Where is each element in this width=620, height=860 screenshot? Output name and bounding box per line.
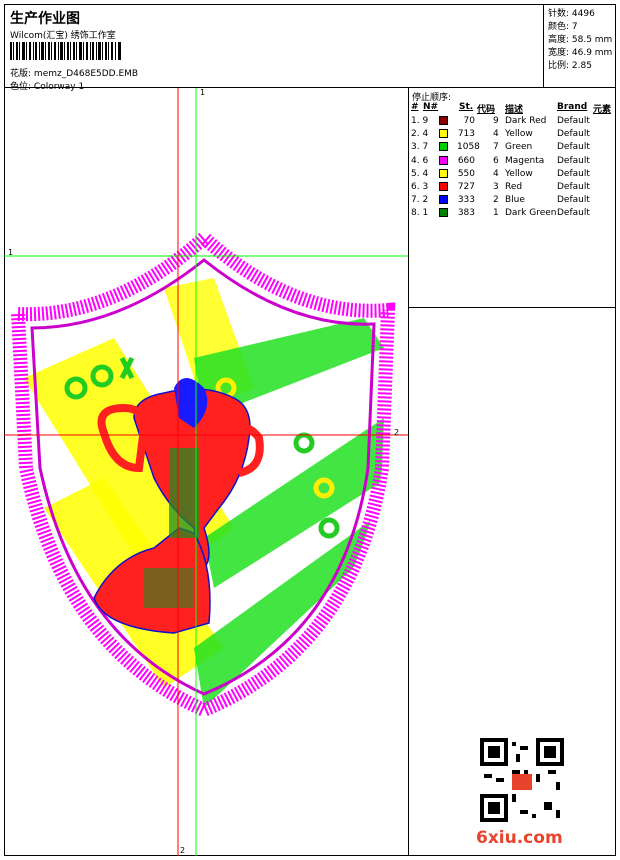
row-code: 7 bbox=[493, 142, 499, 153]
watermark-logo: 6xiu.com bbox=[476, 828, 563, 848]
row-desc: Red bbox=[505, 182, 523, 192]
row-stitches: 70 bbox=[463, 116, 475, 126]
design-label: 花版: bbox=[10, 69, 32, 79]
stat-scale: 比例: 2.85 bbox=[548, 61, 592, 71]
col-header-stitches: St. bbox=[459, 102, 474, 112]
guide-label-h1: 1 bbox=[8, 248, 14, 257]
row-seq: 6. 3 bbox=[411, 182, 429, 192]
col-header-needle: N# bbox=[423, 102, 439, 112]
table-row[interactable]: 2. 4 713 4 Yellow Default bbox=[409, 129, 616, 142]
row-code: 1 bbox=[493, 208, 499, 219]
embroidery-preview bbox=[4, 88, 408, 856]
color-swatch bbox=[439, 168, 448, 178]
row-stitches: 333 bbox=[457, 195, 475, 206]
row-seq: 4. 6 bbox=[411, 155, 429, 166]
guide-label-v1: 1 bbox=[200, 88, 206, 97]
row-seq: 7. 2 bbox=[411, 195, 429, 206]
row-desc: Green bbox=[505, 142, 533, 153]
table-row[interactable]: 6. 3 727 3 Red Default bbox=[409, 182, 616, 195]
guide-label-h2: 2 bbox=[394, 428, 400, 437]
row-seq: 5. 4 bbox=[411, 168, 429, 179]
color-swatch bbox=[439, 195, 448, 205]
color-swatch bbox=[439, 142, 448, 152]
stop-sequence-table: # N# St. 代码 描述 Brand 元素 1. 9 70 9 Dark Red D… bbox=[409, 100, 616, 308]
col-header-code: 代码 bbox=[477, 105, 496, 115]
row-brand: Default bbox=[557, 116, 590, 126]
row-desc: Yellow bbox=[505, 129, 533, 140]
row-seq: 8. 1 bbox=[411, 208, 429, 219]
row-brand: Default bbox=[557, 129, 590, 140]
design-canvas[interactable]: 1 1 2 2 bbox=[4, 88, 408, 856]
row-desc: Dark Red bbox=[505, 116, 547, 126]
row-brand: Default bbox=[557, 195, 590, 206]
row-stitches: 660 bbox=[457, 155, 475, 166]
row-desc: Yellow bbox=[505, 168, 533, 179]
barcode-icon bbox=[10, 42, 121, 60]
row-brand: Default bbox=[557, 208, 590, 219]
header-info: 生产作业图 Wilcom(汇宝) 绣饰工作室 花版: memz_D468E5DD… bbox=[4, 4, 544, 92]
company-name: Wilcom(汇宝) 绣饰工作室 bbox=[10, 31, 116, 41]
table-row[interactable]: 3. 7 1058 7 Green Default bbox=[409, 142, 616, 155]
color-swatch bbox=[439, 208, 448, 218]
row-stitches: 727 bbox=[457, 182, 475, 192]
table-row[interactable]: 1. 9 70 9 Dark Red Default bbox=[409, 116, 616, 129]
stat-colors: 颜色: 7 bbox=[548, 22, 578, 32]
row-seq: 1. 9 bbox=[411, 116, 429, 126]
row-desc: Magenta bbox=[505, 155, 545, 166]
row-stitches: 550 bbox=[457, 168, 475, 179]
row-code: 4 bbox=[493, 129, 499, 140]
table-row[interactable]: 5. 4 550 4 Yellow Default bbox=[409, 168, 616, 182]
table-row[interactable]: 7. 2 333 2 Blue Default bbox=[409, 195, 616, 208]
row-seq: 2. 4 bbox=[411, 129, 429, 140]
row-code: 9 bbox=[493, 116, 499, 126]
row-code: 6 bbox=[493, 155, 499, 166]
guide-label-v2: 2 bbox=[180, 846, 186, 855]
col-header-seq: # bbox=[411, 102, 419, 112]
stat-stitches: 针数: 4496 bbox=[548, 9, 595, 19]
row-seq: 3. 7 bbox=[411, 142, 429, 153]
row-brand: Default bbox=[557, 155, 590, 166]
row-desc: Blue bbox=[505, 195, 525, 206]
qr-code-icon bbox=[480, 738, 564, 822]
stat-height: 高度: 58.5 mm bbox=[548, 35, 613, 45]
col-header-brand: Brand bbox=[557, 102, 588, 112]
row-brand: Default bbox=[557, 142, 590, 153]
row-stitches: 713 bbox=[457, 129, 475, 140]
color-swatch bbox=[439, 116, 448, 125]
col-header-element: 元素 bbox=[593, 105, 612, 115]
design-file: 花版: memz_D468E5DD.EMB bbox=[10, 66, 138, 79]
row-code: 3 bbox=[493, 182, 499, 192]
row-stitches: 383 bbox=[457, 208, 475, 219]
color-swatch bbox=[439, 182, 448, 191]
color-swatch bbox=[439, 129, 448, 139]
table-row[interactable]: 4. 6 660 6 Magenta Default bbox=[409, 155, 616, 169]
row-desc: Dark Green bbox=[505, 208, 557, 219]
stat-width: 宽度: 46.9 mm bbox=[548, 48, 613, 58]
design-value: memz_D468E5DD.EMB bbox=[33, 69, 139, 79]
design-stats: 针数: 4496 颜色: 7 高度: 58.5 mm 宽度: 46.9 mm 比… bbox=[544, 4, 616, 88]
row-brand: Default bbox=[557, 168, 590, 179]
table-row[interactable]: 8. 1 383 1 Dark Green Default bbox=[409, 208, 616, 221]
col-header-desc: 描述 bbox=[505, 105, 524, 115]
color-swatch bbox=[439, 155, 448, 165]
row-code: 2 bbox=[493, 195, 499, 206]
row-brand: Default bbox=[557, 182, 590, 192]
row-stitches: 1058 bbox=[457, 142, 480, 153]
row-code: 4 bbox=[493, 168, 499, 179]
page-title: 生产作业图 bbox=[10, 11, 80, 27]
